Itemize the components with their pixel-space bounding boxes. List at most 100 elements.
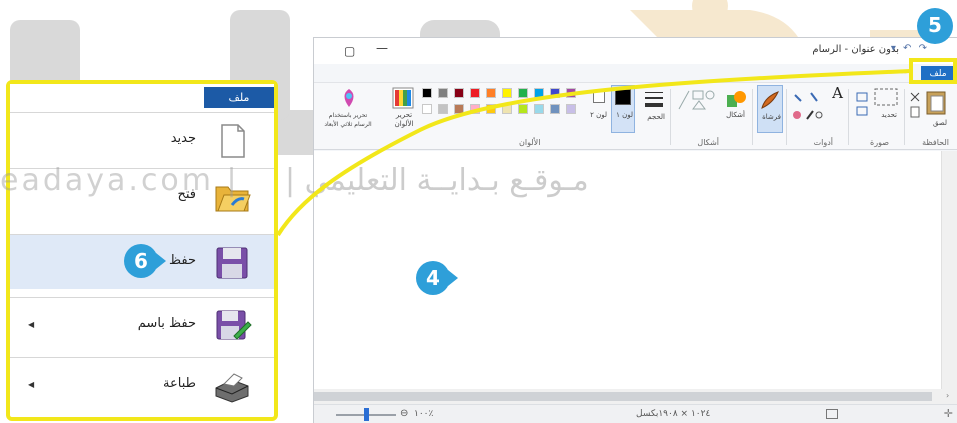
- group-colors: الألوان: [519, 138, 541, 147]
- color1-label[interactable]: لون ١: [616, 111, 633, 120]
- menu-item-label: حفظ باسم: [137, 316, 196, 331]
- crop-resize-icon[interactable]: [855, 91, 869, 121]
- file-menu-title[interactable]: ملف: [204, 87, 274, 108]
- restore-icon[interactable]: ▢: [344, 44, 355, 58]
- badge-pointer: [156, 253, 166, 269]
- horizontal-scrollbar[interactable]: [314, 389, 942, 404]
- vertical-scrollbar[interactable]: ›: [941, 151, 957, 404]
- color-swatch[interactable]: [518, 104, 528, 114]
- step-badge-5: 5: [917, 8, 953, 44]
- divider: [752, 89, 753, 145]
- color-swatch[interactable]: [534, 88, 544, 98]
- new-file-icon: [221, 124, 245, 158]
- file-menu-header: ملف: [10, 84, 274, 108]
- drawing-canvas[interactable]: [314, 151, 942, 404]
- zoom-level: ١٠٠٪: [414, 409, 434, 419]
- cut-copy-icon[interactable]: [909, 91, 921, 121]
- paint3d-icon[interactable]: [338, 87, 360, 109]
- image-size: ١٠٢٤ × ١٩٠٨بكسل: [636, 409, 711, 419]
- paste-label[interactable]: لصق: [933, 119, 947, 128]
- brush-label[interactable]: فرشاة: [762, 113, 781, 122]
- select-label[interactable]: تحديد: [881, 111, 897, 120]
- color-swatch[interactable]: [454, 88, 464, 98]
- save-as-icon: [216, 310, 252, 340]
- color-swatch[interactable]: [502, 88, 512, 98]
- group-tools: أدوات: [813, 138, 833, 147]
- tools-icons[interactable]: [791, 91, 825, 125]
- menu-item-label: حفظ: [169, 253, 196, 268]
- title-bar: ▢ — بدون عنوان - الرسام ▾ ↶ ↷: [314, 38, 957, 64]
- paint3d-label[interactable]: تحرير باستخدام الرسام ثلاثي الأبعاد: [320, 111, 376, 129]
- shapes-gallery[interactable]: [677, 87, 717, 113]
- shapes-label[interactable]: أشكال: [726, 111, 745, 120]
- tutorial-screenshot: eadaya.com | مـوقـع بـدايــة التعليمي | …: [0, 0, 957, 423]
- size-icon[interactable]: [643, 89, 665, 111]
- color-swatch[interactable]: [534, 104, 544, 114]
- color-swatch[interactable]: [422, 88, 432, 98]
- shapes-icon[interactable]: [725, 89, 747, 109]
- divider: [670, 89, 671, 145]
- menu-item-label: فتح: [177, 187, 196, 202]
- paste-icon[interactable]: [925, 89, 947, 115]
- badge-pointer: [448, 270, 458, 286]
- color2-swatch[interactable]: [593, 91, 605, 103]
- divider: [904, 89, 905, 145]
- menu-item-open[interactable]: فتح: [10, 168, 274, 223]
- submenu-arrow-icon: ◀: [28, 380, 35, 389]
- minimize-icon[interactable]: —: [376, 41, 388, 55]
- color-swatch[interactable]: [422, 104, 432, 114]
- color-palette[interactable]: [422, 88, 588, 128]
- brush-icon[interactable]: [759, 89, 781, 111]
- zoom-thumb[interactable]: [364, 408, 369, 421]
- color-swatch[interactable]: [518, 88, 528, 98]
- text-tool-icon[interactable]: A: [832, 86, 843, 101]
- color-swatch[interactable]: [550, 104, 560, 114]
- submenu-arrow-icon: ◀: [28, 320, 35, 329]
- color-swatch[interactable]: [486, 88, 496, 98]
- edit-colors-icon[interactable]: [392, 87, 414, 109]
- open-folder-icon: [215, 186, 251, 212]
- cursor-position-icon: ✛: [943, 407, 953, 420]
- scroll-thumb[interactable]: [314, 392, 932, 401]
- menu-item-label: طباعة: [163, 376, 196, 391]
- group-image: صورة: [870, 138, 889, 147]
- color1-swatch[interactable]: [615, 89, 631, 105]
- printer-icon: [215, 373, 249, 403]
- color-swatch[interactable]: [566, 104, 576, 114]
- file-tab[interactable]: ملف: [921, 66, 955, 82]
- zoom-out-icon[interactable]: ⊖: [400, 408, 408, 419]
- size-label[interactable]: الحجم: [647, 113, 665, 122]
- step-badge-4: 4: [416, 261, 450, 295]
- ribbon: لصق الحافظة تحديد صورة A أدوات فرشاة أشك…: [314, 82, 957, 150]
- menu-item-save-as[interactable]: حفظ باسم ◀: [10, 297, 274, 352]
- scroll-arrow-icon[interactable]: ›: [946, 391, 949, 400]
- divider: [848, 89, 849, 145]
- ribbon-tabs[interactable]: ‐‐‐ ‐‐‐‐: [881, 68, 907, 78]
- quick-access-icons[interactable]: ▾ ↶ ↷: [891, 43, 929, 54]
- group-shapes: أشكال: [697, 138, 719, 147]
- color-swatch[interactable]: [470, 104, 480, 114]
- color-swatch[interactable]: [486, 104, 496, 114]
- window-title: بدون عنوان - الرسام: [812, 44, 899, 55]
- step-number: 4: [426, 266, 440, 290]
- color-swatch[interactable]: [454, 104, 464, 114]
- menu-item-print[interactable]: طباعة ◀: [10, 357, 274, 412]
- step-number: 6: [134, 249, 148, 273]
- color-swatch[interactable]: [438, 88, 448, 98]
- color-swatch[interactable]: [438, 104, 448, 114]
- color-swatch[interactable]: [550, 88, 560, 98]
- menu-item-new[interactable]: جديد: [10, 112, 274, 167]
- group-clipboard: الحافظة: [922, 138, 949, 147]
- divider: [786, 89, 787, 145]
- edit-colors-label[interactable]: تحرير الألوان: [388, 111, 420, 129]
- paint-window: ▢ — بدون عنوان - الرسام ▾ ↶ ↷ ملف ‐‐‐ ‐‐…: [313, 37, 957, 423]
- select-icon[interactable]: [873, 87, 899, 109]
- status-bar: ⊖ ١٠٠٪ ١٠٢٤ × ١٩٠٨بكسل ✛: [314, 404, 957, 423]
- color-swatch[interactable]: [566, 88, 576, 98]
- step-number: 5: [928, 13, 942, 37]
- color-swatch[interactable]: [470, 88, 480, 98]
- step-badge-6: 6: [124, 244, 158, 278]
- menu-item-label: جديد: [170, 131, 196, 146]
- color2-label[interactable]: لون ٢: [590, 111, 607, 120]
- color-swatch[interactable]: [502, 104, 512, 114]
